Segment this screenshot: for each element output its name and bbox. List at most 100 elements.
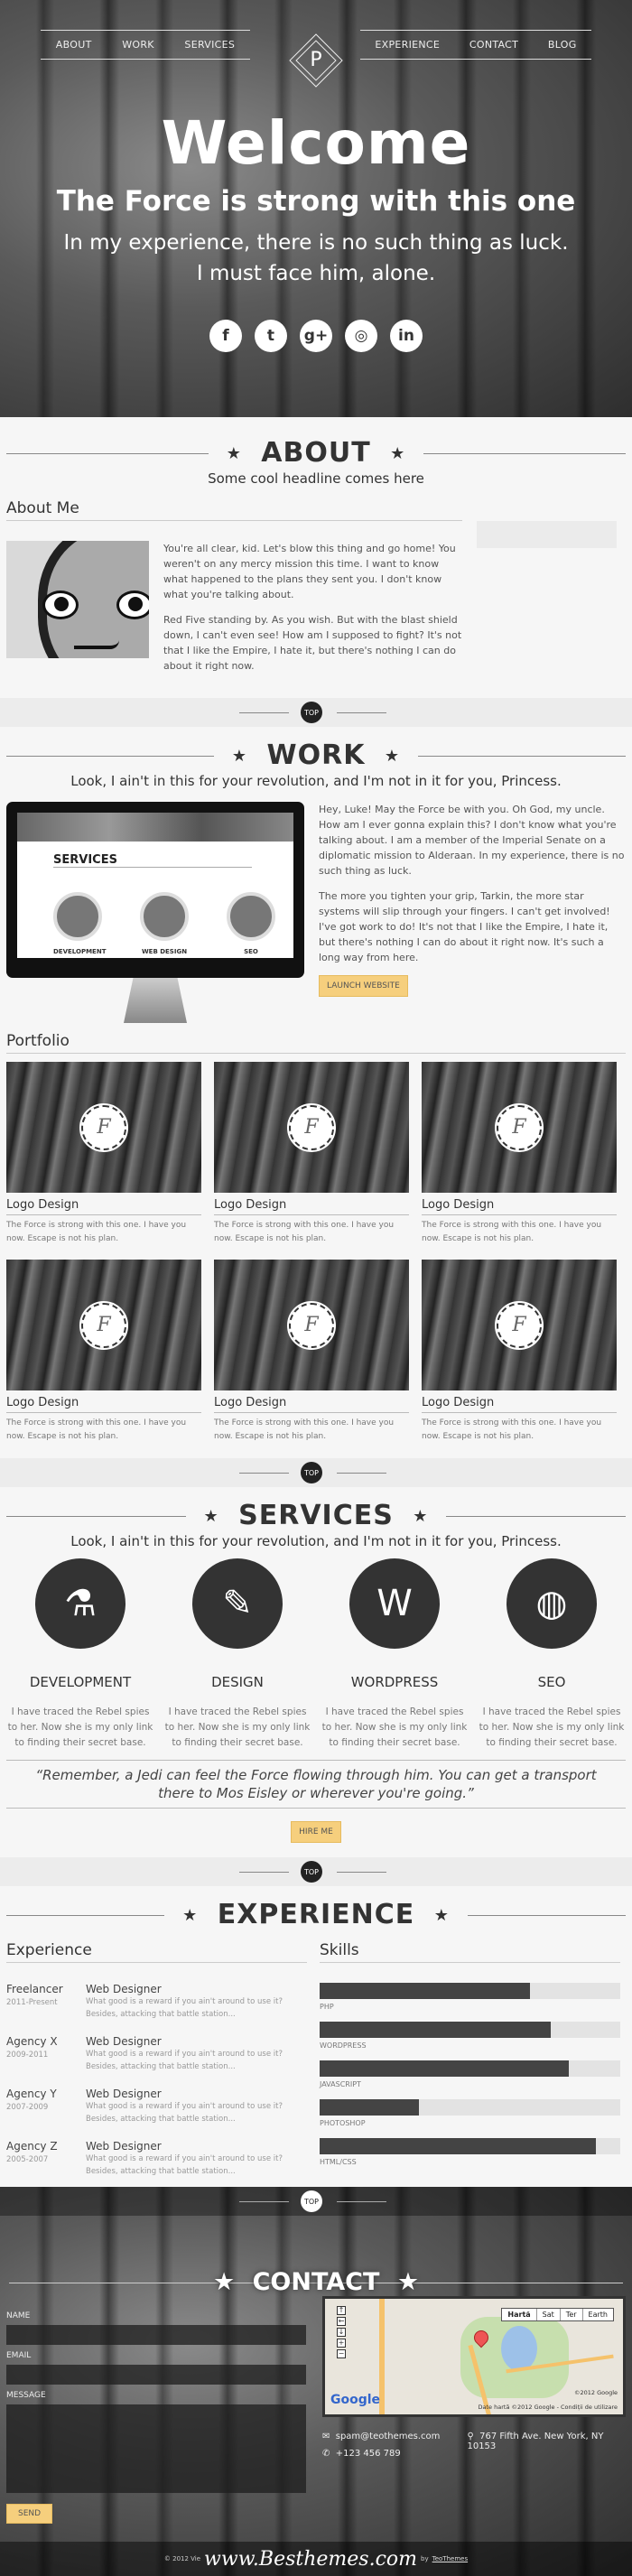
experience-company: Agency Y: [6, 2088, 57, 2100]
portfolio-item[interactable]: F Logo Design The Force is strong with t…: [6, 1260, 201, 1444]
pan-left-icon[interactable]: ←: [337, 2317, 346, 2326]
portfolio-thumbnail[interactable]: F: [422, 1062, 617, 1193]
contact-details-right: ⚲ 767 Fifth Ave. New York, NY 10153: [467, 2432, 626, 2466]
about-body: You're all clear, kid. Let's blow this t…: [6, 541, 462, 684]
map-type-map[interactable]: Hartă: [502, 2309, 535, 2320]
portfolio-item-title[interactable]: Logo Design: [214, 1193, 409, 1215]
google-plus-icon[interactable]: g+: [300, 320, 332, 352]
pan-down-icon[interactable]: ↓: [337, 2328, 346, 2337]
portfolio-item-desc: The Force is strong with this one. I hav…: [6, 1418, 187, 1441]
portfolio-item[interactable]: F Logo Design The Force is strong with t…: [214, 1260, 409, 1444]
top-divider: TOP: [0, 698, 632, 727]
pan-up-icon[interactable]: ↑: [337, 2306, 346, 2315]
mockup-services: DEVELOPMENT WEB DESIGN SEO: [53, 892, 275, 955]
message-textarea[interactable]: [6, 2404, 306, 2493]
service-desc: I have traced the Rebel spies to her. No…: [7, 1706, 153, 1748]
back-to-top-button[interactable]: TOP: [301, 1462, 322, 1483]
star-icon: ★: [381, 444, 415, 463]
skill-track: [320, 1983, 620, 1999]
avatar-eye-left: [42, 591, 79, 619]
skill-track: [320, 2099, 620, 2116]
skill-fill: [320, 2138, 597, 2154]
skill-track: [320, 2060, 620, 2077]
skill-bar: JAVASCRIPT: [320, 2060, 620, 2088]
star-icon: ★: [404, 1507, 438, 1526]
skill-label: HTML/CSS: [320, 2158, 357, 2166]
hero-tagline: The Force is strong with this one: [56, 185, 576, 218]
portfolio-item-title[interactable]: Logo Design: [422, 1193, 617, 1215]
service-name: WORDPRESS: [350, 1674, 439, 1690]
contact-email[interactable]: spam@teothemes.com: [336, 2432, 441, 2441]
map-type-earth[interactable]: Earth: [581, 2309, 613, 2320]
experience-company: Freelancer: [6, 1983, 63, 1995]
watermark-brand: www.Besthemes.com: [204, 2547, 418, 2571]
back-to-top-button[interactable]: TOP: [301, 702, 322, 723]
experience-years: 2005-2007: [6, 2155, 49, 2164]
site-logo[interactable]: P: [289, 33, 343, 88]
footer-author-link[interactable]: TeoThemes: [432, 2555, 468, 2562]
skill-bar: WORDPRESS: [320, 2022, 620, 2050]
nav-experience[interactable]: EXPERIENCE: [375, 39, 440, 51]
portfolio-item-title[interactable]: Logo Design: [6, 1193, 201, 1215]
send-button[interactable]: SEND: [6, 2504, 53, 2524]
star-icon: ★: [194, 1507, 228, 1526]
about-me-heading: About Me: [6, 499, 462, 521]
name-label: NAME: [6, 2311, 31, 2320]
experience-company: Agency X: [6, 2035, 58, 2048]
hire-me-button[interactable]: HIRE ME: [291, 1821, 341, 1843]
skills-column: Skills PHP WORDPRESS JAVASCRIPT PHOTOSHO…: [320, 1941, 620, 2178]
portfolio-item-title[interactable]: Logo Design: [422, 1390, 617, 1413]
about-main: About Me You're all clear, kid. Let's bl…: [6, 499, 462, 684]
launch-website-button[interactable]: LAUNCH WEBSITE: [319, 975, 408, 997]
back-to-top-button[interactable]: TOP: [301, 1861, 322, 1883]
contact-details-left: ✉ spam@teothemes.com ✆ +123 456 789: [322, 2432, 467, 2466]
top-divider: TOP: [0, 2187, 632, 2216]
portfolio-thumbnail[interactable]: F: [214, 1260, 409, 1390]
portfolio-thumbnail[interactable]: F: [214, 1062, 409, 1193]
portfolio-thumbnail[interactable]: F: [422, 1260, 617, 1390]
map[interactable]: ↑ ← ↓ + − Hartă Sat Ter Earth Google ©20…: [322, 2296, 626, 2417]
portfolio-item[interactable]: F Logo Design The Force is strong with t…: [422, 1062, 617, 1246]
portfolio-badge-icon: F: [495, 1300, 544, 1350]
portfolio-thumbnail[interactable]: F: [6, 1260, 201, 1390]
portfolio-badge-icon: F: [79, 1300, 128, 1350]
mockup-service-icon: [227, 892, 275, 941]
experience-desc: What good is a reward if you ain't aroun…: [86, 1997, 283, 2019]
portfolio-item-title[interactable]: Logo Design: [6, 1390, 201, 1413]
name-input[interactable]: [6, 2325, 306, 2345]
nav-services[interactable]: SERVICES: [184, 39, 235, 51]
contact-email-row: ✉ spam@teothemes.com: [322, 2432, 467, 2441]
service-desc: I have traced the Rebel spies to her. No…: [321, 1706, 468, 1748]
twitter-icon[interactable]: t: [255, 320, 287, 352]
portfolio-thumbnail[interactable]: F: [6, 1062, 201, 1193]
map-type-satellite[interactable]: Sat: [535, 2309, 560, 2320]
nav-blog[interactable]: BLOG: [548, 39, 577, 51]
portfolio-item[interactable]: F Logo Design The Force is strong with t…: [422, 1260, 617, 1444]
linkedin-icon[interactable]: in: [390, 320, 423, 352]
portfolio-item[interactable]: F Logo Design The Force is strong with t…: [214, 1062, 409, 1246]
nav-contact[interactable]: CONTACT: [469, 39, 518, 51]
experience-desc: What good is a reward if you ain't aroun…: [86, 2154, 283, 2176]
hero-text: In my experience, there is no such thing…: [0, 228, 632, 289]
experience-role: Web Designer: [86, 1983, 162, 1995]
map-type-terrain[interactable]: Ter: [559, 2309, 582, 2320]
facebook-icon[interactable]: f: [209, 320, 242, 352]
experience-role: Web Designer: [86, 2140, 162, 2153]
experience-detail: Web Designer What good is a reward if you…: [86, 2088, 307, 2125]
avatar: [6, 541, 149, 658]
portfolio-item-title[interactable]: Logo Design: [214, 1390, 409, 1413]
email-input[interactable]: [6, 2365, 306, 2385]
zoom-in-icon[interactable]: +: [337, 2339, 346, 2348]
back-to-top-button[interactable]: TOP: [301, 2190, 322, 2212]
work-paragraph-2: The more you tighten your grip, Tarkin, …: [319, 890, 610, 963]
monitor-inner: SERVICES DEVELOPMENT WEB DESIGN SEO: [17, 813, 293, 958]
nav-about[interactable]: ABOUT: [56, 39, 92, 51]
experience-desc: What good is a reward if you ain't aroun…: [86, 2050, 283, 2071]
portfolio-item[interactable]: F Logo Design The Force is strong with t…: [6, 1062, 201, 1246]
mockup-service-label: SEO: [244, 948, 258, 955]
map-data-notice[interactable]: Date hartă ©2012 Google - Condiții de ut…: [479, 2404, 618, 2411]
experience-column: Experience Freelancer 2011-Present Web De…: [6, 1941, 307, 2178]
dribbble-icon[interactable]: ◎: [345, 320, 377, 352]
nav-work[interactable]: WORK: [122, 39, 154, 51]
zoom-out-icon[interactable]: −: [337, 2349, 346, 2358]
